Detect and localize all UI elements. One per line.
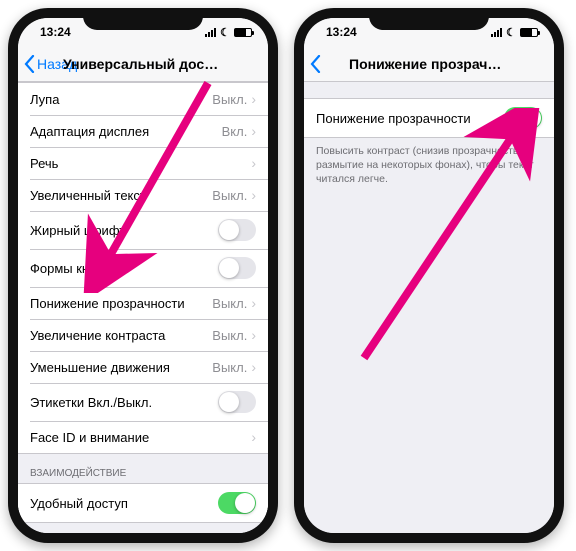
nav-title: Понижение прозрачности [304,56,554,72]
cellular-icon [205,28,216,37]
row-value: Выкл.› [212,295,256,311]
group-interaction: Удобный доступ [18,483,268,523]
row-value: Выкл.› [212,187,256,203]
chevron-right-icon: › [251,295,256,311]
settings-row[interactable]: Понижение прозрачности Выкл.› [18,287,268,319]
settings-row[interactable]: Face ID и внимание › [18,421,268,453]
back-button[interactable] [310,55,321,73]
chevron-left-icon [310,55,321,73]
nav-bar: Понижение прозрачности [304,46,554,82]
settings-row[interactable]: Понижение прозрачности [304,99,554,137]
back-button[interactable]: Назад [24,55,77,73]
group-main: Понижение прозрачности [304,98,554,138]
row-label: Face ID и внимание [30,430,149,445]
battery-icon [520,28,538,37]
settings-list[interactable]: Понижение прозрачности Повысить контраст… [304,82,554,533]
settings-row[interactable]: Лупа Выкл.› [18,83,268,115]
section-header: ВЗАИМОДЕЙСТВИЕ [18,454,268,483]
phone-right: 13:24 ☾ Понижение прозрачности Понижение… [294,8,564,543]
chevron-right-icon: › [251,91,256,107]
row-label: Удобный доступ [30,496,128,511]
chevron-left-icon [24,55,35,73]
nav-bar: Назад Универсальный доступ [18,46,268,82]
toggle-switch[interactable] [218,492,256,514]
chevron-right-icon: › [251,187,256,203]
chevron-right-icon: › [251,359,256,375]
status-time: 13:24 [320,25,357,39]
battery-icon [234,28,252,37]
settings-row[interactable]: Уменьшение движения Выкл.› [18,351,268,383]
phone-left: 13:24 ☾ Назад Универсальный доступ Лупа В… [8,8,278,543]
settings-row[interactable]: Формы кнопок [18,249,268,287]
screen-left: 13:24 ☾ Назад Универсальный доступ Лупа В… [18,18,268,533]
notch [83,8,203,30]
row-label: Лупа [30,92,59,107]
toggle-switch[interactable] [218,391,256,413]
chevron-right-icon: › [251,123,256,139]
row-value: Выкл.› [212,327,256,343]
row-label: Адаптация дисплея [30,124,149,139]
row-label: Увеличенный текст [30,188,146,203]
status-indicators: ☾ [491,26,538,39]
toggle-switch[interactable] [504,107,542,129]
row-label: Понижение прозрачности [316,111,471,126]
settings-row[interactable]: Речь › [18,147,268,179]
settings-row[interactable]: Удобный доступ [18,484,268,522]
toggle-switch[interactable] [218,219,256,241]
group-vision: ЛупаВыкл.›Адаптация дисплеяВкл.›Речь›Уве… [18,82,268,454]
row-value: › [251,155,256,171]
chevron-right-icon: › [251,155,256,171]
row-label: Этикетки Вкл./Выкл. [30,395,152,410]
status-indicators: ☾ [205,26,252,39]
settings-row[interactable]: Увеличение контраста Выкл.› [18,319,268,351]
cellular-icon [491,28,502,37]
back-label: Назад [37,56,77,72]
row-label: Увеличение контраста [30,328,165,343]
settings-row[interactable]: Этикетки Вкл./Выкл. [18,383,268,421]
row-label: Жирный шрифт [30,223,125,238]
wifi-icon: ☾ [220,26,230,39]
settings-list[interactable]: ЛупаВыкл.›Адаптация дисплеяВкл.›Речь›Уве… [18,82,268,533]
screen-right: 13:24 ☾ Понижение прозрачности Понижение… [304,18,554,533]
row-label: Речь [30,156,58,171]
settings-row[interactable]: Увеличенный текст Выкл.› [18,179,268,211]
row-label: Уменьшение движения [30,360,170,375]
row-value: Вкл.› [222,123,256,139]
footer-note: Повысить контраст (снизив прозрачность и… [304,138,554,197]
settings-row[interactable]: Адаптация дисплея Вкл.› [18,115,268,147]
chevron-right-icon: › [251,429,256,445]
row-label: Понижение прозрачности [30,296,185,311]
settings-row[interactable]: Жирный шрифт [18,211,268,249]
footer-note: Смахните вниз по нижнему краю экрана, чт… [18,523,268,533]
status-time: 13:24 [34,25,71,39]
row-value: › [251,429,256,445]
row-value: Выкл.› [212,91,256,107]
toggle-switch[interactable] [218,257,256,279]
wifi-icon: ☾ [506,26,516,39]
notch [369,8,489,30]
row-value: Выкл.› [212,359,256,375]
row-label: Формы кнопок [30,261,116,276]
chevron-right-icon: › [251,327,256,343]
